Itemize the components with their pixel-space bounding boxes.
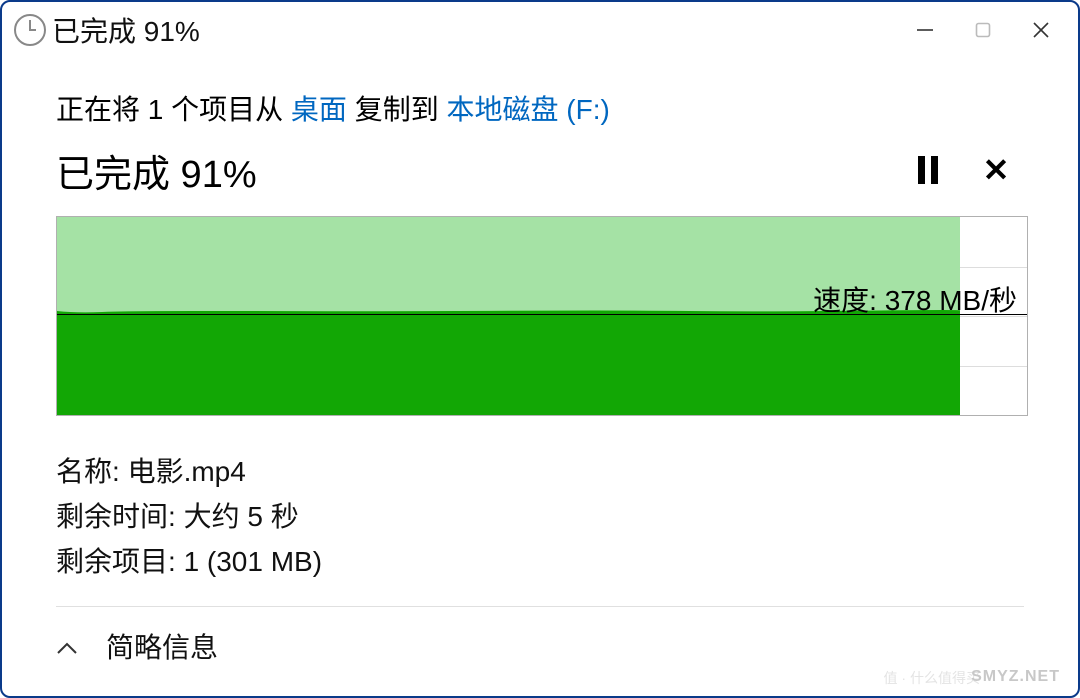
- details-toggle-label: 简略信息: [106, 626, 218, 666]
- watermark-badge: 值 · 什么值得买: [884, 668, 980, 688]
- pause-icon: [918, 156, 938, 184]
- speed-chart: 速度: 378 MB/秒: [56, 216, 1028, 416]
- copy-prefix: 正在将 1 个项目从: [56, 94, 291, 125]
- divider: [56, 606, 1024, 607]
- detail-time: 剩余时间: 大约 5 秒: [56, 495, 1024, 540]
- speed-label: 速度: 378 MB/秒: [813, 279, 1017, 319]
- content-area: 正在将 1 个项目从 桌面 复制到 本地磁盘 (F:) 已完成 91% ✕ 速度…: [2, 58, 1078, 584]
- source-link[interactable]: 桌面: [291, 94, 347, 125]
- titlebar: 已完成 91%: [2, 2, 1078, 58]
- detail-name: 名称: 电影.mp4: [56, 450, 1024, 495]
- maximize-button[interactable]: [954, 8, 1012, 52]
- minimize-button[interactable]: [896, 8, 954, 52]
- chevron-up-icon: [56, 630, 78, 662]
- cancel-button[interactable]: ✕: [968, 142, 1024, 198]
- watermark-text: SMYZ.NET: [971, 668, 1060, 686]
- close-window-button[interactable]: [1012, 8, 1070, 52]
- copy-description: 正在将 1 个项目从 桌面 复制到 本地磁盘 (F:): [56, 88, 1024, 128]
- status-row: 已完成 91% ✕: [56, 142, 1024, 198]
- window-title: 已完成 91%: [52, 10, 896, 50]
- close-icon: ✕: [983, 151, 1010, 189]
- copy-mid: 复制到: [347, 94, 447, 125]
- dest-link[interactable]: 本地磁盘 (F:): [447, 94, 610, 125]
- details-block: 名称: 电影.mp4 剩余时间: 大约 5 秒 剩余项目: 1 (301 MB): [56, 450, 1024, 584]
- details-toggle[interactable]: 简略信息: [56, 626, 218, 666]
- detail-items: 剩余项目: 1 (301 MB): [56, 540, 1024, 585]
- pause-button[interactable]: [900, 142, 956, 198]
- clock-icon: [14, 14, 46, 46]
- progress-status: 已完成 91%: [56, 143, 888, 198]
